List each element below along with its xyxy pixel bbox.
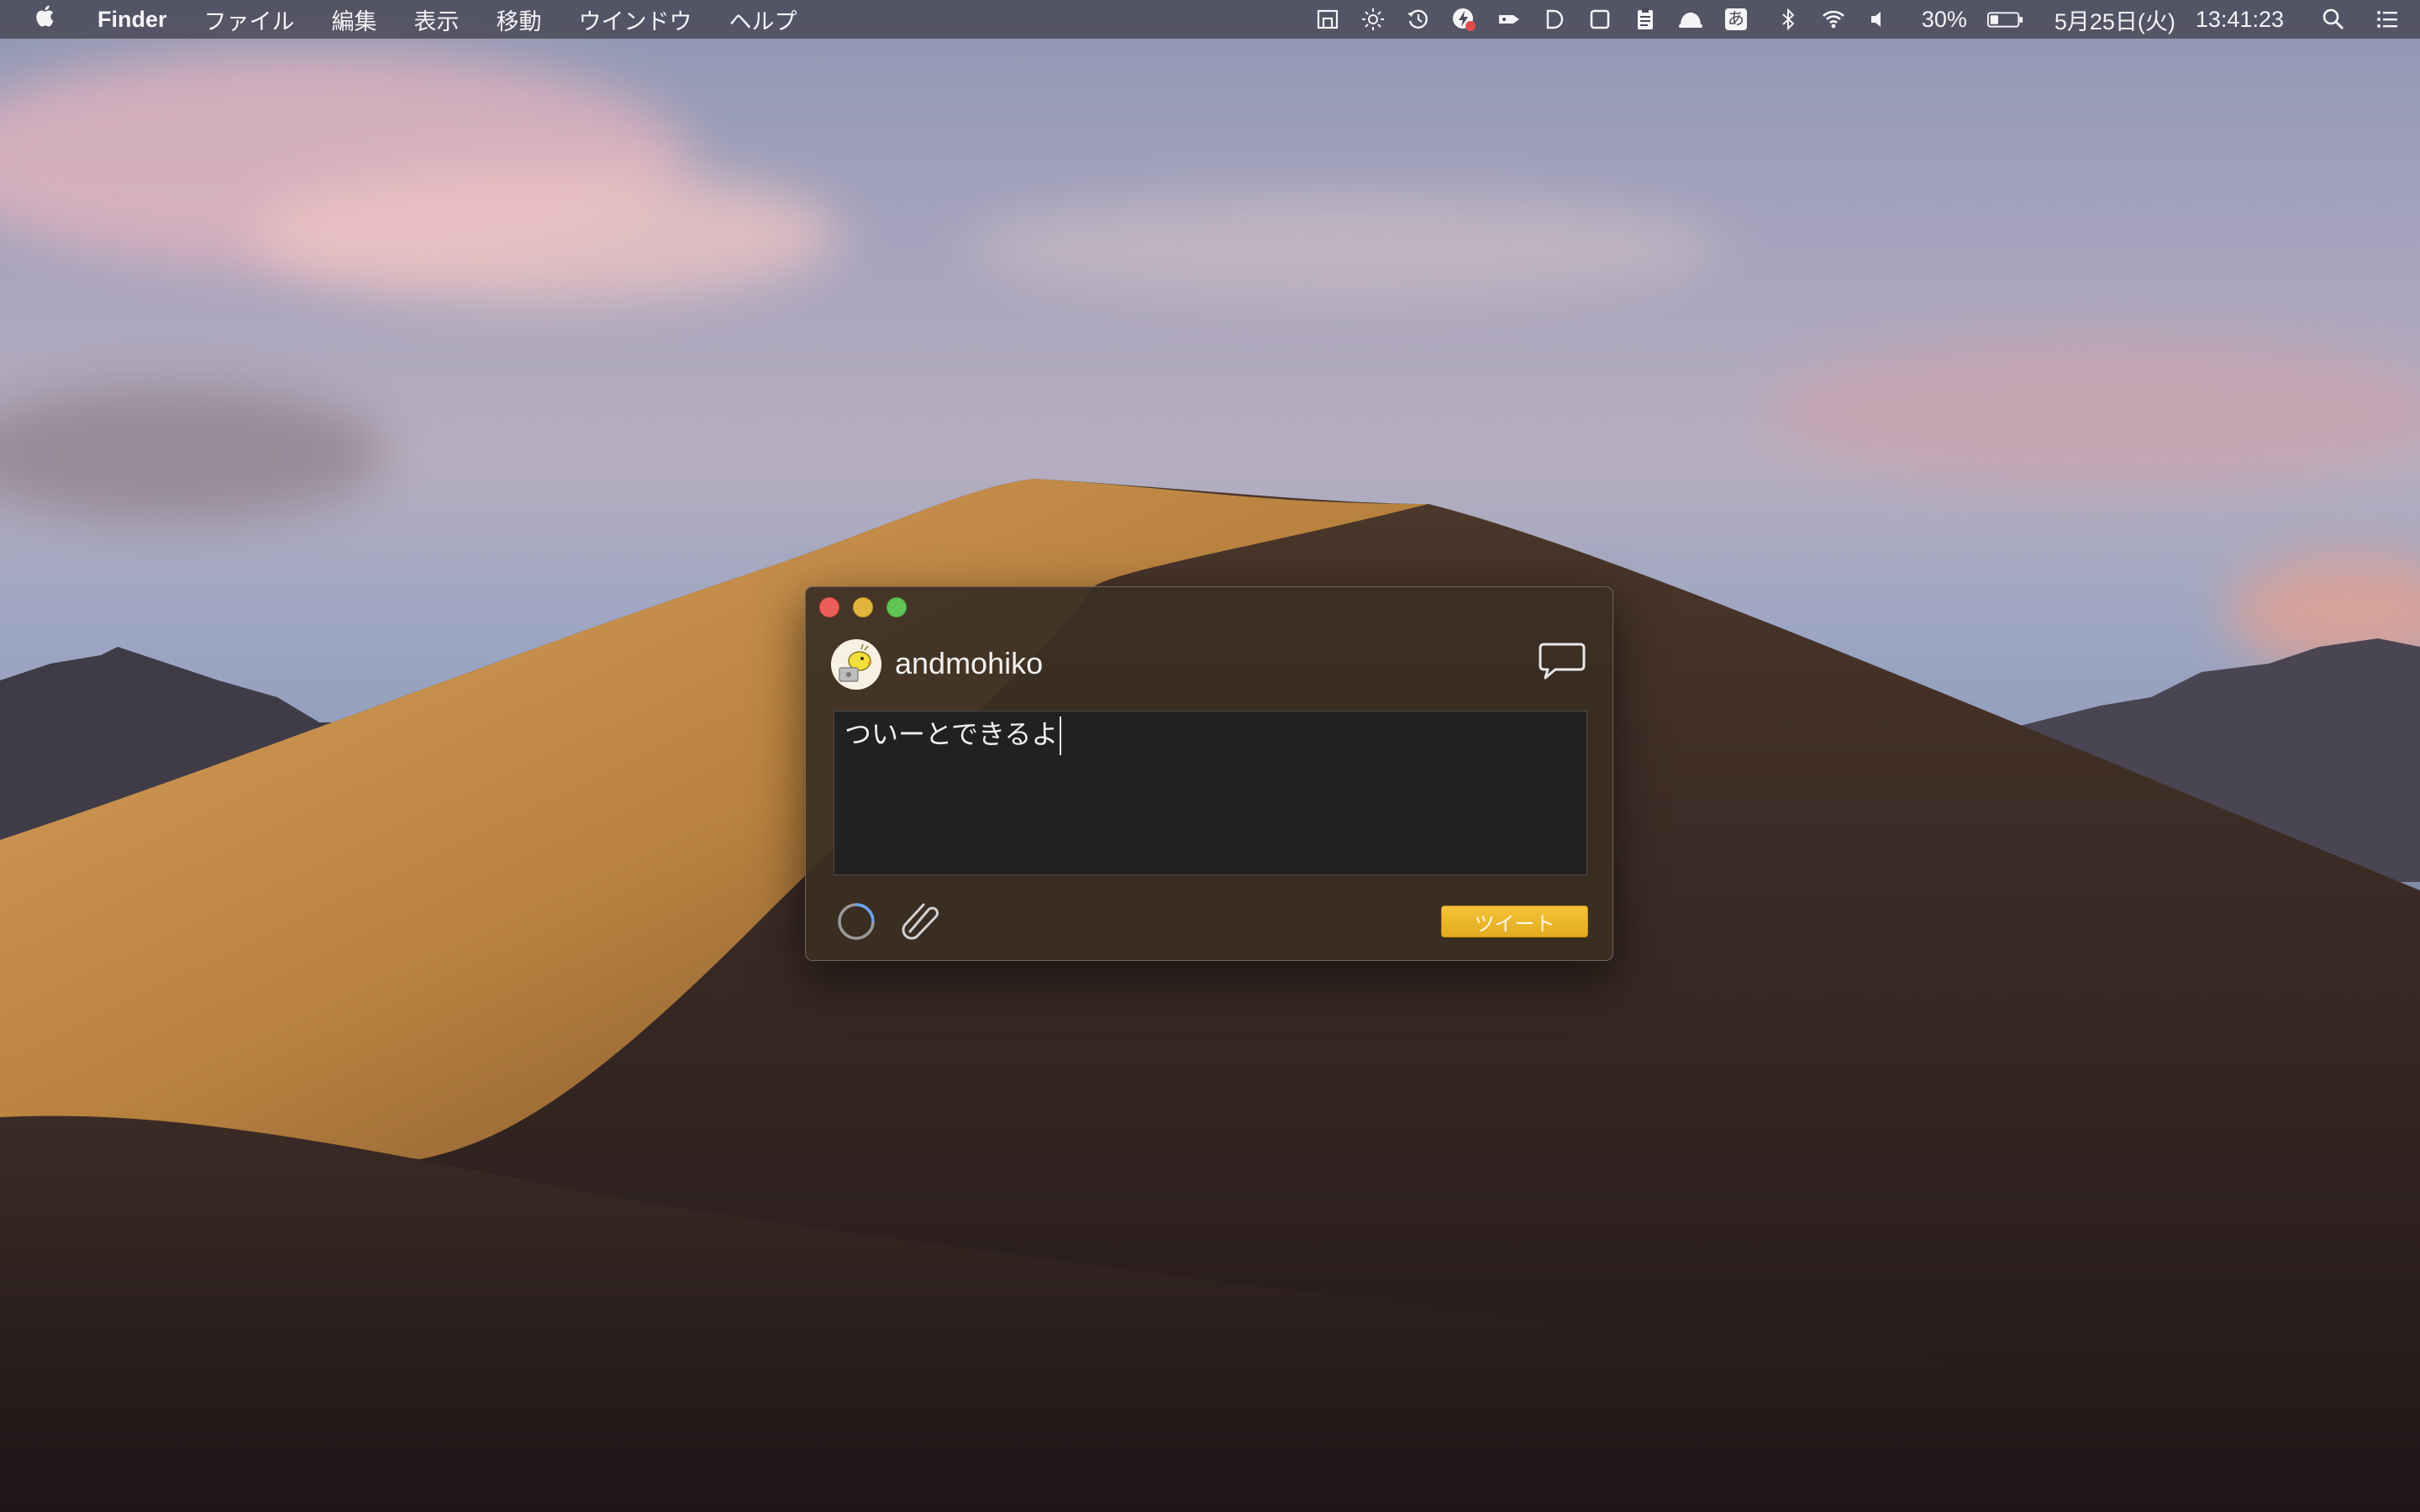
notification-icon[interactable] [1449,5,1478,34]
menu-app-name[interactable]: Finder [79,7,186,33]
square-icon[interactable] [1586,5,1614,34]
clipboard-icon[interactable] [1631,5,1660,34]
menu-file[interactable]: ファイル [186,3,313,36]
input-method-icon[interactable]: あ [1722,5,1750,34]
menu-edit[interactable]: 編集 [313,3,396,36]
cloud-icon[interactable] [1676,5,1705,34]
menu-window[interactable]: ウインドウ [560,3,711,36]
tweet-text-input[interactable]: ついーとできるよ [834,711,1587,875]
tweet-window: andmohiko ついーとできるよ ツイート [805,586,1613,961]
battery-percent[interactable]: 30% [1922,7,1967,33]
d-icon[interactable] [1540,5,1569,34]
date[interactable]: 5月25日(火) [2054,3,2175,36]
desktop: Finder ファイル 編集 表示 移動 ウインドウ ヘルプ あ 30% 5月2… [0,0,2420,1512]
apple-icon[interactable] [0,3,79,35]
avatar[interactable] [831,639,881,690]
window-zoom-button[interactable] [886,597,907,617]
window-close-button[interactable] [819,597,839,617]
input-method-label: あ [1724,8,1747,30]
volume-icon[interactable] [1865,5,1893,34]
menu-help[interactable]: ヘルプ [711,3,816,36]
menu-view[interactable]: 表示 [396,3,478,36]
time[interactable]: 13:41:23 [2196,7,2284,33]
battery-icon[interactable] [1986,5,2026,34]
menu-bar: Finder ファイル 編集 表示 移動 ウインドウ ヘルプ あ 30% 5月2… [0,0,2420,39]
tweet-text: ついーとできるよ [844,718,1059,750]
paperclip-icon[interactable] [898,900,942,943]
text-caret [1060,717,1062,755]
list-icon[interactable] [2373,5,2402,34]
bluetooth-icon[interactable] [1774,5,1802,34]
menu-go[interactable]: 移動 [478,3,560,36]
tweet-button[interactable]: ツイート [1441,906,1588,937]
username: andmohiko [895,646,1044,680]
tag-icon[interactable] [1495,5,1523,34]
brightness-icon[interactable] [1359,5,1387,34]
display-icon[interactable] [1313,5,1342,34]
speech-bubble-icon[interactable] [1537,639,1587,683]
wifi-icon[interactable] [1819,5,1848,34]
window-minimize-button[interactable] [853,597,873,617]
spinner-icon [836,901,876,942]
timemachine-icon[interactable] [1404,5,1433,34]
search-icon[interactable] [2319,5,2348,34]
